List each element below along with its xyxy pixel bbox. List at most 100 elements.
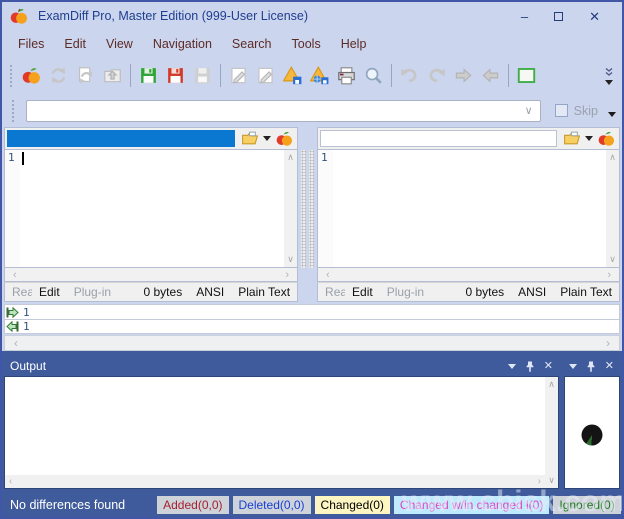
save-second-button[interactable] — [162, 63, 189, 89]
left-pane-statusbar: Read Edit Plug-in 0 bytes ANSI Plain Tex… — [4, 282, 298, 302]
scroll-right-icon[interactable]: › — [285, 269, 289, 281]
scroll-right-icon[interactable]: › — [606, 336, 610, 350]
open-session-button[interactable] — [99, 63, 126, 89]
output-panel-title: Output — [4, 359, 46, 373]
chevron-down-icon[interactable]: ∨ — [518, 104, 540, 117]
maximize-button[interactable] — [554, 10, 563, 23]
scroll-down-icon[interactable]: ∨ — [287, 254, 294, 265]
pin-icon[interactable] — [525, 361, 535, 372]
left-editor-vscrollbar[interactable]: ∧∨ — [284, 150, 297, 267]
pin-icon[interactable] — [586, 361, 596, 372]
menu-tools[interactable]: Tools — [282, 33, 331, 55]
save-first-button[interactable] — [135, 63, 162, 89]
close-button[interactable]: ✕ — [589, 10, 600, 23]
status-badge: Changed(0) — [315, 496, 390, 514]
right-diff-map[interactable] — [309, 150, 314, 268]
recompare-button[interactable] — [45, 63, 72, 89]
output-panel-header[interactable]: Output ✕ — [4, 356, 559, 376]
right-editor-vscrollbar[interactable]: ∧∨ — [606, 150, 619, 267]
scroll-left-icon[interactable]: ‹ — [13, 269, 17, 281]
swap-reload-button[interactable] — [72, 63, 99, 89]
swap-reload-icon — [76, 66, 95, 85]
scroll-left-icon[interactable]: ‹ — [14, 336, 18, 350]
save-diff-web-button[interactable] — [306, 63, 333, 89]
save-both-button[interactable] — [189, 63, 216, 89]
edit-first-button[interactable] — [225, 63, 252, 89]
scroll-up-icon[interactable]: ∧ — [609, 152, 616, 163]
scroll-up-icon[interactable]: ∧ — [548, 379, 555, 390]
save-diff-button[interactable] — [279, 63, 306, 89]
compare-bar-grip[interactable] — [10, 98, 16, 124]
compare-small-icon[interactable] — [598, 130, 615, 147]
redo-button[interactable] — [423, 63, 450, 89]
compare-small-icon[interactable] — [276, 130, 293, 147]
menu-search[interactable]: Search — [222, 33, 282, 55]
prev-diff-button[interactable] — [477, 63, 504, 89]
copy-left-arrow-icon — [6, 321, 19, 332]
toolbar-separator — [220, 64, 221, 87]
left-editor[interactable]: 1 ∧∨ — [4, 149, 298, 268]
save-second-icon — [166, 66, 185, 85]
save-diff-web-icon — [310, 66, 329, 85]
options-button[interactable] — [513, 63, 540, 89]
left-readonly-indicator: Read — [5, 285, 32, 299]
compare-button[interactable] — [18, 63, 45, 89]
menu-help[interactable]: Help — [331, 33, 377, 55]
menu-view[interactable]: View — [96, 33, 143, 55]
open-file-dropdown-icon[interactable] — [585, 136, 593, 141]
open-file-icon[interactable] — [241, 130, 258, 147]
maximize-icon — [554, 12, 563, 21]
scroll-down-icon[interactable]: ∨ — [548, 475, 555, 486]
scroll-left-icon[interactable]: ‹ — [326, 269, 330, 281]
toolbar-separator — [391, 64, 392, 87]
scroll-up-icon[interactable]: ∧ — [287, 152, 294, 163]
panel-menu-icon[interactable] — [569, 364, 577, 369]
save-diff-icon — [283, 66, 302, 85]
close-icon[interactable]: ✕ — [605, 361, 614, 372]
status-message: No differences found — [10, 498, 125, 512]
left-edit-indicator[interactable]: Edit — [32, 285, 67, 299]
merge-row-copy-left[interactable]: 1 — [4, 319, 620, 334]
toolbar-grip[interactable] — [8, 63, 14, 89]
open-file-icon[interactable] — [563, 130, 580, 147]
open-file-dropdown-icon[interactable] — [263, 136, 271, 141]
edit-first-icon — [229, 66, 248, 85]
output-hscrollbar[interactable]: ‹› — [5, 475, 545, 488]
left-format-indicator: Plain Text — [231, 285, 297, 299]
compare-combobox[interactable]: ∨ — [26, 100, 541, 122]
left-editor-gutter: 1 — [5, 150, 20, 267]
output-vscrollbar[interactable]: ∧∨ — [545, 377, 558, 488]
diff-overview-maps — [298, 127, 317, 302]
left-path-bar[interactable] — [7, 130, 235, 147]
right-edit-indicator[interactable]: Edit — [345, 285, 380, 299]
menu-navigation[interactable]: Navigation — [143, 33, 222, 55]
compare-bar-dropdown-icon[interactable] — [608, 112, 616, 117]
skip-checkbox[interactable] — [555, 104, 568, 117]
merge-row-copy-right[interactable]: 1 — [4, 304, 620, 319]
print-button[interactable] — [333, 63, 360, 89]
right-editor-gutter: 1 — [318, 150, 333, 267]
minimize-button[interactable]: – — [521, 10, 528, 23]
search-button[interactable] — [360, 63, 387, 89]
menu-edit[interactable]: Edit — [54, 33, 96, 55]
toolbar-overflow-button[interactable] — [604, 67, 618, 85]
output-panel-body[interactable]: ∧∨ ‹› — [4, 376, 559, 489]
merge-hscrollbar[interactable]: ‹ › — [4, 335, 620, 351]
statistics-panel-header[interactable]: ✕ — [564, 356, 620, 376]
right-editor[interactable]: 1 ∧∨ — [317, 149, 620, 268]
scroll-right-icon[interactable]: › — [607, 269, 611, 281]
left-editor-hscrollbar[interactable]: ‹› — [4, 268, 298, 282]
next-diff-button[interactable] — [450, 63, 477, 89]
scroll-down-icon[interactable]: ∨ — [609, 254, 616, 265]
left-diff-map[interactable] — [301, 150, 306, 268]
undo-button[interactable] — [396, 63, 423, 89]
close-icon[interactable]: ✕ — [544, 361, 553, 372]
edit-second-button[interactable] — [252, 63, 279, 89]
right-editor-hscrollbar[interactable]: ‹› — [317, 268, 620, 282]
diff-panes: 1 ∧∨ ‹› Read Edit Plug-in 0 bytes ANSI P… — [2, 127, 622, 302]
right-path-bar[interactable] — [320, 130, 557, 147]
scroll-right-icon[interactable]: › — [538, 476, 541, 487]
menu-files[interactable]: Files — [8, 33, 54, 55]
panel-menu-icon[interactable] — [508, 364, 516, 369]
scroll-left-icon[interactable]: ‹ — [9, 476, 12, 487]
